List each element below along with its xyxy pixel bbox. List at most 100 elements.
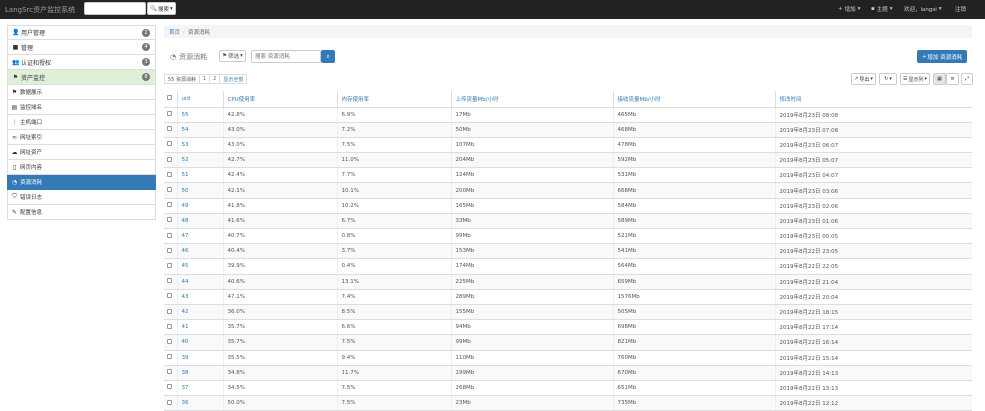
cell-modified: 2019年8月23日 04:07 [774, 167, 972, 184]
sidebar-item-monitor-domain[interactable]: ▤ 监控域名 [7, 100, 156, 115]
row-checkbox[interactable] [164, 258, 177, 275]
row-checkbox[interactable] [164, 152, 177, 169]
cell-uid[interactable]: 44 [176, 274, 223, 290]
cell-download: 465Mb [612, 107, 775, 123]
cell-uid[interactable]: 51 [176, 167, 223, 184]
cell-uid[interactable]: 42 [176, 304, 223, 321]
caret-down-icon: ▾ [857, 6, 861, 12]
row-checkbox[interactable] [164, 380, 177, 397]
cell-uid[interactable]: 52 [176, 152, 223, 169]
filter-icon: ⚑ [222, 53, 228, 59]
sidebar-item-url-asset[interactable]: ☁ 网址资产 [7, 145, 156, 160]
cell-uid[interactable]: 53 [176, 137, 223, 154]
row-checkbox[interactable] [164, 167, 177, 184]
cell-uid[interactable]: 50 [176, 182, 223, 199]
top-search-input[interactable] [84, 2, 146, 15]
row-checkbox[interactable] [164, 213, 177, 230]
cell-uid[interactable]: 40 [176, 334, 223, 351]
cell-uid[interactable]: 38 [176, 365, 223, 381]
row-checkbox[interactable] [164, 107, 177, 123]
brand-logo[interactable]: LangSrc资产监控系统 [5, 5, 75, 15]
checkbox-icon [167, 141, 172, 147]
row-checkbox[interactable] [164, 365, 177, 381]
show-all-link[interactable]: 显示全部 [219, 74, 248, 84]
cell-uid[interactable]: 36 [176, 395, 223, 411]
cell-modified: 2019年8月23日 06:07 [774, 137, 972, 154]
row-checkbox[interactable] [164, 182, 177, 199]
dashboard-icon: ◔ [170, 53, 177, 61]
row-checkbox[interactable] [164, 395, 177, 411]
column-header-uid[interactable]: uid [176, 91, 223, 108]
cell-cpu: 40.6% [222, 274, 337, 290]
cell-uid[interactable]: 39 [176, 350, 223, 366]
cell-modified: 2019年8月22日 21:04 [774, 274, 972, 290]
row-checkbox[interactable] [164, 228, 177, 245]
cell-uid[interactable]: 55 [176, 107, 223, 123]
row-checkbox[interactable] [164, 350, 177, 366]
column-header-cpu[interactable]: CPU使用率 [222, 91, 337, 108]
list-icon: ☰ [902, 76, 908, 82]
cell-uid[interactable]: 41 [176, 319, 223, 336]
list-view-button[interactable]: ≡ [946, 73, 959, 85]
table-row: 36 50.0% 7.5% 23Mb 735Mb 2019年8月22日 12:12 [164, 395, 972, 411]
top-search-button[interactable]: 🔍 搜索 ▾ [147, 2, 176, 15]
column-header-download[interactable]: 接收流量Mb/小时 [612, 91, 775, 108]
cell-download: 592Mb [612, 152, 775, 169]
sidebar-item-asset-monitor[interactable]: ⚑ 资产监控 8 [7, 70, 156, 85]
sidebar-item-error-log[interactable]: ⛉ 错误日志 [7, 190, 156, 205]
grid-view-button[interactable]: ▦ [933, 73, 946, 85]
row-checkbox[interactable] [164, 198, 177, 214]
cell-modified: 2019年8月23日 07:08 [774, 122, 972, 138]
cell-uid[interactable]: 43 [176, 289, 223, 305]
sidebar-item-url-index[interactable]: ∞ 网址索引 [7, 130, 156, 145]
sidebar-item-data-display[interactable]: ⚑ 数据展示 [7, 85, 156, 100]
row-checkbox[interactable] [164, 289, 177, 305]
cell-cpu: 36.0% [222, 304, 337, 321]
sidebar-item-web-content[interactable]: ▯ 网页内容 [7, 160, 156, 175]
cell-modified: 2019年8月22日 22:05 [774, 258, 972, 275]
sidebar-item-config[interactable]: ✎ 配置信息 [7, 205, 156, 220]
cell-upload: 289Mb [450, 289, 613, 305]
table-row: 44 40.6% 13.1% 225Mb 659Mb 2019年8月22日 21:04 [164, 274, 972, 290]
row-checkbox[interactable] [164, 334, 177, 351]
column-header-memory[interactable]: 内存使用率 [336, 91, 451, 108]
row-checkbox[interactable] [164, 122, 177, 138]
sidebar-item-resource[interactable]: ◔ 资源消耗 [7, 175, 156, 190]
export-button[interactable]: ↗ 导出 ▾ [851, 73, 876, 85]
cell-download: 468Mb [612, 122, 775, 138]
nav-logout[interactable]: 注销 [955, 5, 966, 13]
search-input[interactable] [251, 50, 321, 63]
select-all-checkbox[interactable] [164, 91, 177, 108]
filter-button[interactable]: ⚑ 筛选 ▾ [219, 50, 246, 62]
refresh-button[interactable]: ↻ ▾ [879, 73, 897, 85]
row-checkbox[interactable] [164, 274, 177, 290]
cell-uid[interactable]: 48 [176, 213, 223, 230]
breadcrumb-separator: / [183, 28, 185, 35]
sidebar-item-manage[interactable]: ■ 管理 4 [7, 40, 156, 55]
cell-uid[interactable]: 49 [176, 198, 223, 214]
cell-uid[interactable]: 47 [176, 228, 223, 245]
nav-add[interactable]: + 增加 ▾ [838, 5, 860, 13]
sidebar-item-host-port[interactable]: ⋮ 主机端口 [7, 115, 156, 130]
cell-uid[interactable]: 46 [176, 243, 223, 260]
fullscreen-button[interactable]: ⤢ [961, 73, 973, 85]
row-checkbox[interactable] [164, 304, 177, 321]
add-resource-button[interactable]: + 增加 资源消耗 [917, 50, 967, 63]
caret-down-icon: ▾ [938, 6, 942, 12]
cell-uid[interactable]: 37 [176, 380, 223, 397]
column-header-upload[interactable]: 上传流量Mb/小时 [450, 91, 613, 108]
sidebar-item-auth[interactable]: 👥 认证和授权 3 [7, 55, 156, 70]
cell-uid[interactable]: 54 [176, 122, 223, 138]
row-checkbox[interactable] [164, 243, 177, 260]
nav-user[interactable]: 欢迎，langsi ▾ [904, 5, 942, 13]
nav-theme[interactable]: ▪ 主题 ▾ [871, 5, 893, 13]
breadcrumb-home[interactable]: 首页 [169, 28, 180, 36]
cell-uid[interactable]: 45 [176, 258, 223, 275]
column-header-modified[interactable]: 修改时间 [774, 91, 972, 108]
columns-button[interactable]: ☰ 显示列 ▾ [900, 73, 930, 85]
sidebar-item-users[interactable]: 👤 用户管理 2 [7, 25, 156, 40]
search-button[interactable]: ⌕ [321, 50, 335, 63]
cell-download: 651Mb [612, 380, 775, 397]
row-checkbox[interactable] [164, 137, 177, 154]
row-checkbox[interactable] [164, 319, 177, 336]
